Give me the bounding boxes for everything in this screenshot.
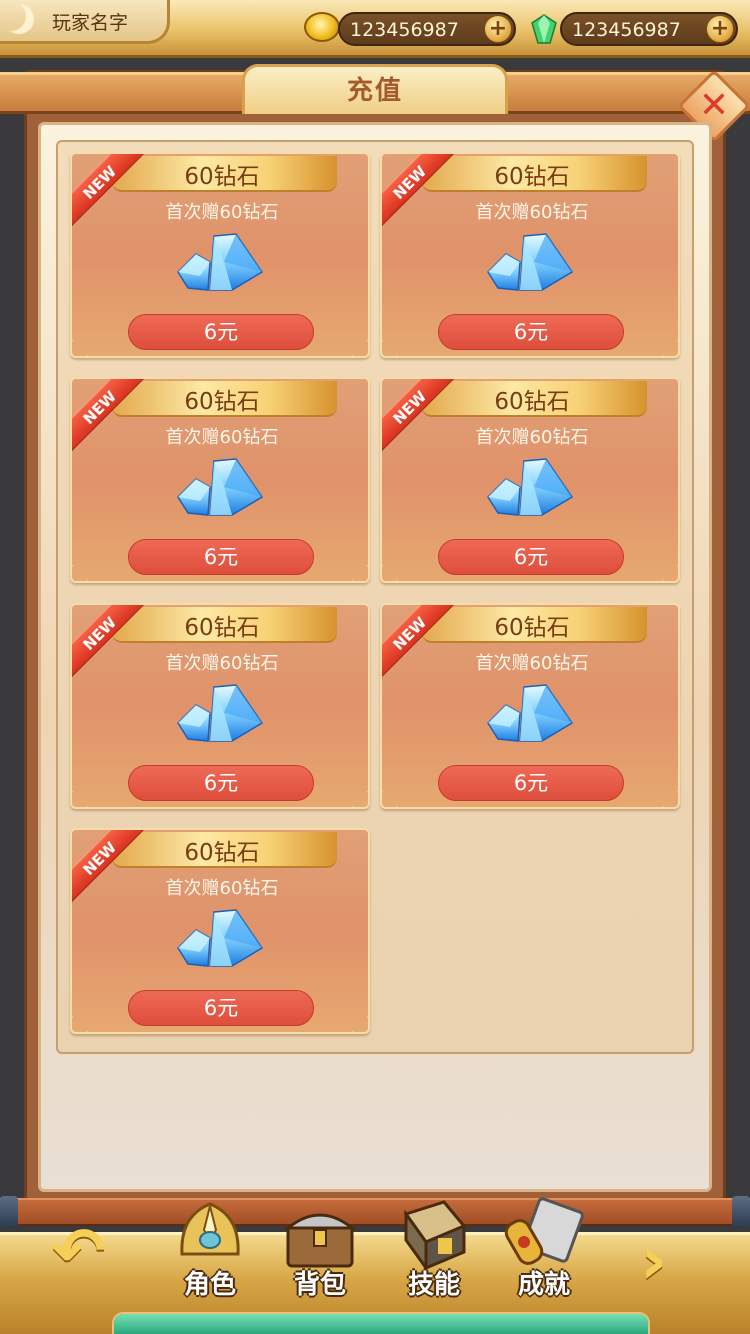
next-arrow-button[interactable]: ›: [640, 1228, 700, 1298]
dialog-title-tab: 充值: [242, 64, 508, 114]
corner-ornament: [382, 334, 404, 356]
gem-amount: 123456987: [572, 19, 681, 41]
diamond-icon: [487, 684, 574, 742]
diamond-icon: [177, 684, 264, 742]
product-card[interactable]: 60钻石 首次赠60钻石 NEW 6元: [70, 152, 370, 358]
rod-cap-left: [0, 1196, 18, 1228]
gem-currency-display: 123456987 +: [560, 12, 738, 46]
corner-ornament: [72, 559, 94, 581]
diamond-icon: [177, 233, 264, 291]
corner-ornament: [656, 334, 678, 356]
product-card[interactable]: 60钻石 首次赠60钻石 NEW 6元: [380, 603, 680, 809]
nav-item-character[interactable]: 角色: [154, 1196, 266, 1306]
product-card[interactable]: 60钻石 首次赠60钻石 NEW 6元: [70, 603, 370, 809]
back-arrow-button[interactable]: ↶: [52, 1220, 124, 1286]
price-button[interactable]: 6元: [438, 539, 624, 575]
player-name-plate[interactable]: 玩家名字: [0, 0, 170, 44]
product-bonus-text: 首次赠60钻石: [165, 878, 279, 899]
product-bonus-text: 首次赠60钻石: [165, 653, 279, 674]
product-card[interactable]: 60钻石 首次赠60钻石 NEW 6元: [380, 152, 680, 358]
product-bonus-text: 首次赠60钻石: [475, 653, 589, 674]
product-bonus-text: 首次赠60钻石: [165, 427, 279, 448]
corner-ornament: [656, 785, 678, 807]
product-card[interactable]: 60钻石 首次赠60钻石 NEW 6元: [70, 828, 370, 1034]
gold-amount: 123456987: [350, 19, 459, 41]
corner-ornament: [346, 1010, 368, 1032]
product-bonus-text: 首次赠60钻石: [475, 427, 589, 448]
nav-item-bag[interactable]: 背包: [264, 1196, 376, 1306]
product-card[interactable]: 60钻石 首次赠60钻石 NEW 6元: [380, 377, 680, 583]
experience-bar-fill: [114, 1314, 648, 1334]
product-card[interactable]: 60钻石 首次赠60钻石 NEW 6元: [70, 377, 370, 583]
corner-ornament: [656, 559, 678, 581]
nav-item-label: 角色: [183, 1270, 236, 1300]
corner-ornament: [72, 785, 94, 807]
nav-item-skills[interactable]: 技能: [378, 1196, 490, 1306]
nav-item-label: 成就: [517, 1270, 570, 1300]
price-button[interactable]: 6元: [438, 314, 624, 350]
experience-bar: [112, 1312, 650, 1334]
product-bonus-text: 首次赠60钻石: [475, 202, 589, 223]
nav-item-achievements[interactable]: 成就: [488, 1196, 600, 1306]
green-gem-icon: [531, 14, 557, 44]
diamond-icon: [487, 233, 574, 291]
corner-ornament: [382, 785, 404, 807]
product-bonus-text: 首次赠60钻石: [165, 202, 279, 223]
diamond-icon: [177, 458, 264, 516]
corner-ornament: [72, 1010, 94, 1032]
rod-cap-right: [732, 1196, 750, 1228]
corner-ornament: [346, 785, 368, 807]
diamond-icon: [177, 909, 264, 967]
price-button[interactable]: 6元: [128, 539, 314, 575]
gold-currency-display: 123456987 +: [338, 12, 516, 46]
diamond-icon: [487, 458, 574, 516]
price-button[interactable]: 6元: [128, 990, 314, 1026]
add-gold-button[interactable]: +: [484, 15, 512, 43]
nav-item-label: 背包: [293, 1270, 346, 1300]
player-name: 玩家名字: [52, 12, 129, 34]
price-button[interactable]: 6元: [438, 765, 624, 801]
dialog-title: 充值: [346, 76, 403, 106]
price-button[interactable]: 6元: [128, 314, 314, 350]
moon-icon: [4, 4, 34, 34]
add-gems-button[interactable]: +: [706, 15, 734, 43]
corner-ornament: [382, 559, 404, 581]
gold-coin-icon: [304, 12, 340, 42]
top-status-bar: 玩家名字 123456987 + 123456987 +: [0, 0, 750, 58]
price-button[interactable]: 6元: [128, 765, 314, 801]
corner-ornament: [346, 559, 368, 581]
corner-ornament: [346, 334, 368, 356]
nav-item-label: 技能: [407, 1270, 460, 1300]
corner-ornament: [72, 334, 94, 356]
